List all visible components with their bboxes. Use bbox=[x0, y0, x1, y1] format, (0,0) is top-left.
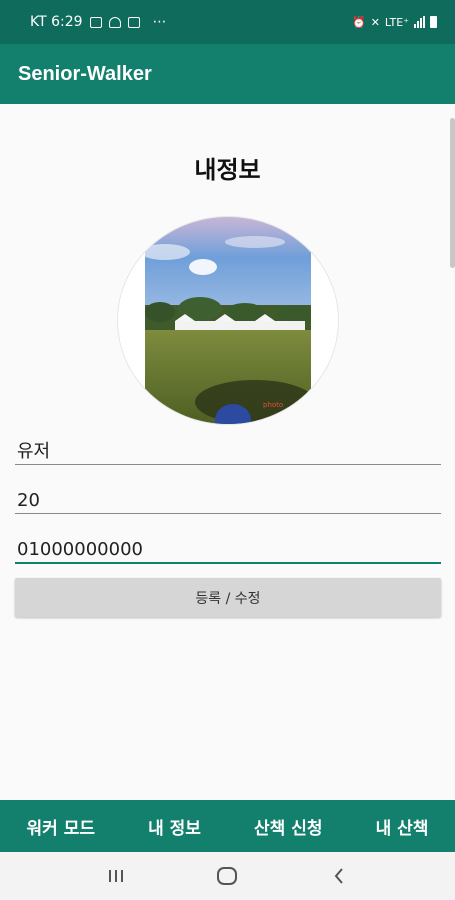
image-icon bbox=[89, 16, 102, 28]
nav-my-walks[interactable]: 내 산책 bbox=[376, 814, 429, 839]
overflow-icon: ⋯ bbox=[152, 14, 167, 30]
nav-walk-request[interactable]: 산책 신청 bbox=[254, 814, 322, 839]
system-nav-bar bbox=[0, 852, 455, 900]
mute-icon: ✕ bbox=[370, 15, 380, 29]
home-icon bbox=[217, 867, 238, 885]
status-left: KT 6:29 ⋯ bbox=[30, 14, 167, 30]
bottom-nav: 워커 모드 내 정보 산책 신청 내 산책 bbox=[0, 800, 455, 852]
profile-photo-image: photo bbox=[145, 217, 311, 424]
recent-apps-icon bbox=[108, 870, 123, 882]
home-button[interactable] bbox=[207, 861, 247, 891]
back-icon bbox=[334, 868, 343, 884]
cloud-icon bbox=[108, 16, 121, 28]
register-edit-button[interactable]: 등록 / 수정 bbox=[15, 578, 441, 617]
back-button[interactable] bbox=[319, 861, 359, 891]
recent-apps-button[interactable] bbox=[96, 861, 136, 891]
nav-my-info[interactable]: 내 정보 bbox=[148, 814, 201, 839]
status-bar: KT 6:29 ⋯ ⏰ ✕ LTE⁺ bbox=[0, 0, 455, 44]
status-right: ⏰ ✕ LTE⁺ bbox=[352, 16, 437, 29]
scroll-indicator[interactable] bbox=[450, 118, 455, 268]
app-title: Senior-Walker bbox=[18, 62, 152, 85]
carrier-time: KT 6:29 bbox=[30, 14, 83, 30]
network-label: LTE⁺ bbox=[384, 15, 409, 29]
phone-field-underline bbox=[15, 562, 441, 564]
signal-icon bbox=[414, 16, 425, 28]
nav-walker-mode[interactable]: 워커 모드 bbox=[27, 814, 95, 839]
name-field-underline bbox=[15, 464, 441, 465]
mail-icon bbox=[127, 16, 140, 28]
name-field[interactable] bbox=[15, 425, 441, 469]
svg-text:photo: photo bbox=[263, 401, 283, 409]
battery-icon bbox=[430, 16, 437, 28]
age-field-underline bbox=[15, 513, 441, 514]
app-bar: Senior-Walker bbox=[0, 44, 455, 104]
alarm-icon: ⏰ bbox=[351, 15, 366, 29]
page-title: 내정보 bbox=[194, 156, 261, 184]
profile-photo[interactable]: photo bbox=[117, 216, 339, 425]
